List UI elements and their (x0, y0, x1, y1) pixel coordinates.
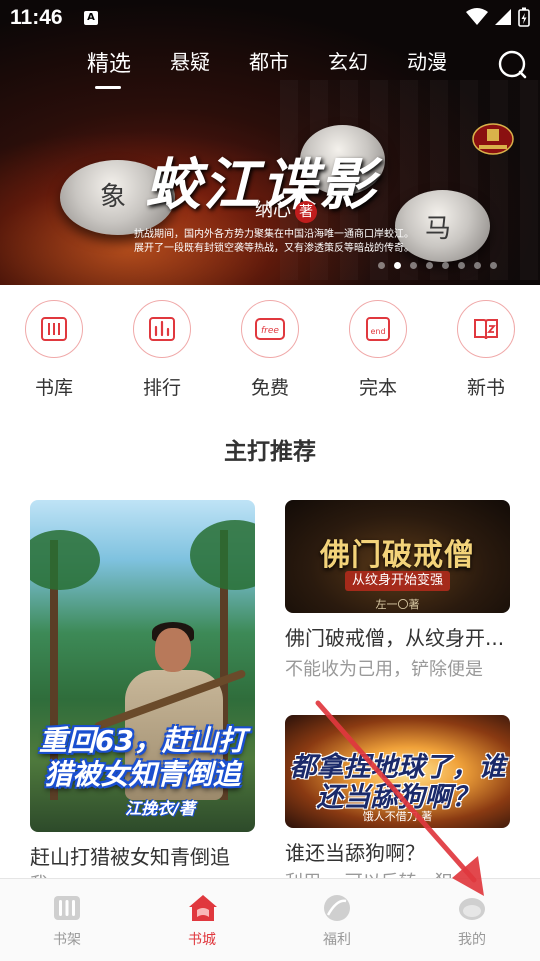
tab-label: 悬疑 (170, 50, 211, 74)
nav-label: 福利 (323, 932, 351, 948)
active-tab-indicator (95, 86, 121, 89)
free-icon: free (241, 300, 299, 358)
carousel-dot[interactable] (490, 262, 497, 269)
bottom-nav: 书架 书城 福利 我的 (0, 878, 540, 961)
chess-glyph: 马 (425, 214, 452, 244)
cover-art (30, 530, 100, 590)
book-title[interactable]: 谁还当舔狗啊？ (285, 837, 425, 866)
entry-ranking[interactable]: 排行 (122, 300, 202, 400)
cover-art (190, 520, 255, 590)
new-book-icon (457, 300, 515, 358)
carousel-dot[interactable] (394, 262, 401, 269)
search-icon[interactable] (497, 49, 527, 79)
chess-glyph: 象 (100, 182, 127, 212)
book-cover[interactable]: 佛门破戒僧 从纹身开始变强 左一〇著 (285, 500, 510, 613)
carousel-dot[interactable] (410, 262, 417, 269)
cover-title: 佛门破戒僧 (320, 538, 475, 573)
cover-author: 江挽衣/著 (125, 799, 195, 818)
signal-icon (495, 9, 511, 25)
svg-text:end: end (370, 327, 385, 336)
banner-description: 抗战期间，国内外各方势力聚集在中国沿海唯一通商口岸蛟江。展开了一段既有封锁空袭等… (134, 229, 414, 254)
book-description: 不能收为己用，铲除便是 (285, 659, 483, 680)
entry-library[interactable]: 书库 (14, 300, 94, 400)
tab-anime[interactable]: 动漫 (407, 46, 447, 78)
cover-art (155, 628, 191, 672)
tab-label: 都市 (249, 50, 290, 74)
carousel-dot[interactable] (458, 262, 465, 269)
status-icons (466, 7, 530, 27)
entry-completed[interactable]: end 完本 (338, 300, 418, 400)
tab-fantasy[interactable]: 玄幻 (328, 46, 368, 78)
hero-banner[interactable]: 象 马 蛟江谍影 纳心著 抗战期间，国内外各方势力聚集在中国沿海唯一通商口岸蛟江… (0, 0, 540, 285)
book-cover[interactable]: 都拿捏地球了，谁还当舔狗啊？ 饿人不借刀 著 (285, 715, 510, 828)
banner-author: 纳心著 (255, 196, 317, 223)
cover-author: 左一〇著 (375, 598, 420, 611)
category-tabs: 精选 悬疑 都市 玄幻 动漫 (87, 46, 486, 89)
bookshelf-icon (52, 893, 82, 923)
tab-featured[interactable]: 精选 (87, 46, 132, 89)
battery-icon (518, 7, 530, 27)
nav-profile[interactable]: 我的 (422, 893, 522, 949)
bookstore-icon (187, 893, 217, 923)
nav-bookshelf[interactable]: 书架 (17, 893, 117, 949)
welfare-icon (322, 893, 352, 923)
wifi-icon (466, 8, 488, 25)
tab-label: 精选 (87, 52, 132, 77)
publisher-logo-icon (471, 121, 515, 157)
entry-label: 书库 (34, 377, 73, 399)
nav-label: 书架 (53, 932, 81, 948)
carousel-indicator (378, 262, 497, 269)
tab-label: 动漫 (407, 50, 448, 74)
entry-free[interactable]: free 免费 (230, 300, 310, 400)
library-icon (25, 300, 83, 358)
tab-urban[interactable]: 都市 (249, 46, 289, 78)
nav-label: 书城 (188, 932, 216, 948)
completed-icon: end (349, 300, 407, 358)
cover-title: 都拿捏地球了，谁还当舔狗啊？ (289, 752, 506, 813)
entry-label: 排行 (142, 377, 181, 399)
status-time: 11:46 (10, 6, 63, 29)
banner-author-suffix: 著 (295, 201, 317, 223)
book-title[interactable]: 佛门破戒僧，从纹身开... (285, 622, 504, 651)
profile-icon (457, 893, 487, 923)
nav-welfare[interactable]: 福利 (287, 893, 387, 949)
cover-author: 饿人不借刀 著 (362, 810, 433, 823)
cover-title: 重回63，赶山打猎被女知青倒追 (39, 724, 246, 791)
tab-suspense[interactable]: 悬疑 (170, 46, 210, 78)
carousel-dot[interactable] (378, 262, 385, 269)
banner-author-name: 纳心 (255, 200, 291, 221)
status-bar: 11:46 A (0, 0, 540, 36)
tab-label: 玄幻 (328, 50, 369, 74)
notification-a-icon: A (84, 11, 98, 25)
carousel-dot[interactable] (442, 262, 449, 269)
book-title[interactable]: 赶山打猎被女知青倒追 (30, 841, 230, 870)
entry-new-books[interactable]: 新书 (446, 300, 526, 400)
carousel-dot[interactable] (474, 262, 481, 269)
nav-bookstore[interactable]: 书城 (152, 893, 252, 949)
entry-label: 新书 (466, 377, 505, 399)
quick-entry-row: 书库 排行 free 免费 end 完本 新书 (0, 300, 540, 400)
entry-label: 完本 (358, 377, 397, 399)
entry-label: 免费 (250, 377, 289, 399)
ranking-icon (133, 300, 191, 358)
svg-text:free: free (261, 326, 279, 336)
section-title: 主打推荐 (224, 439, 316, 465)
carousel-dot[interactable] (426, 262, 433, 269)
nav-label: 我的 (458, 932, 486, 948)
book-cover-main[interactable]: 重回63，赶山打猎被女知青倒追 江挽衣/著 (30, 500, 255, 832)
cover-subtitle: 从纹身开始变强 (345, 571, 450, 591)
